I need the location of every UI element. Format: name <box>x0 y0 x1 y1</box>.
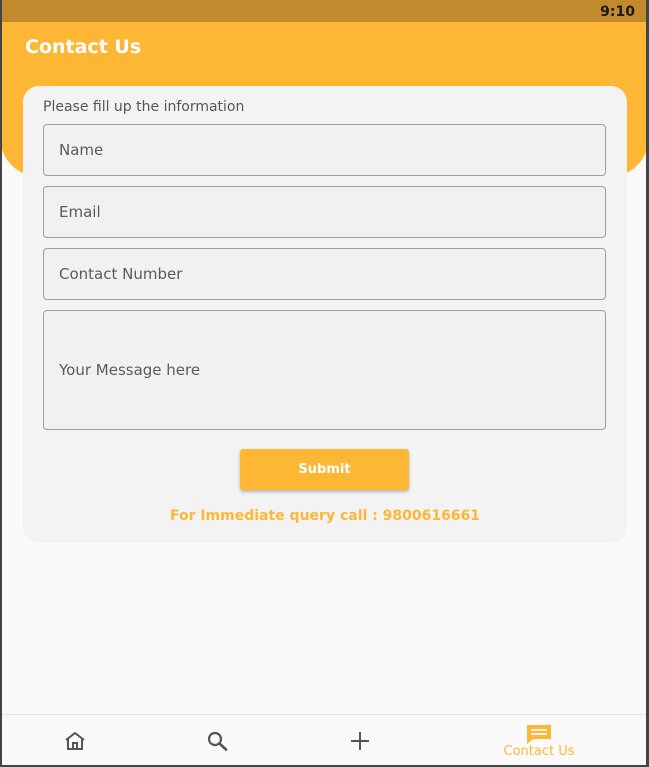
contact-form-card: Please fill up the information Name Emai… <box>23 86 627 543</box>
chat-icon <box>527 725 551 744</box>
name-field[interactable]: Name <box>43 124 606 176</box>
bottom-nav: Contact Us <box>0 714 649 767</box>
nav-item-search[interactable] <box>198 715 238 767</box>
nav-item-contact-us-label: Contact Us <box>503 744 575 759</box>
message-placeholder: Your Message here <box>59 361 201 379</box>
nav-item-add[interactable] <box>340 715 380 767</box>
submit-button[interactable]: Submit <box>240 449 409 490</box>
contact-number-field[interactable]: Contact Number <box>43 248 606 300</box>
page-title: Contact Us <box>25 36 142 58</box>
nav-item-contact-us[interactable]: Contact Us <box>478 715 600 767</box>
email-placeholder: Email <box>59 203 101 221</box>
device-frame-left <box>0 0 2 767</box>
status-time: 9:10 <box>600 4 635 20</box>
email-field[interactable]: Email <box>43 186 606 238</box>
contact-number-placeholder: Contact Number <box>59 265 183 283</box>
search-icon <box>207 731 228 751</box>
nav-item-home[interactable] <box>55 715 95 767</box>
plus-icon <box>351 732 369 750</box>
name-placeholder: Name <box>59 141 104 159</box>
status-bar: 9:10 <box>0 0 649 22</box>
form-subtitle: Please fill up the information <box>43 99 245 115</box>
message-field[interactable]: Your Message here <box>43 310 606 430</box>
query-call-text: For Immediate query call : 9800616661 <box>169 508 481 524</box>
home-icon <box>65 732 85 750</box>
